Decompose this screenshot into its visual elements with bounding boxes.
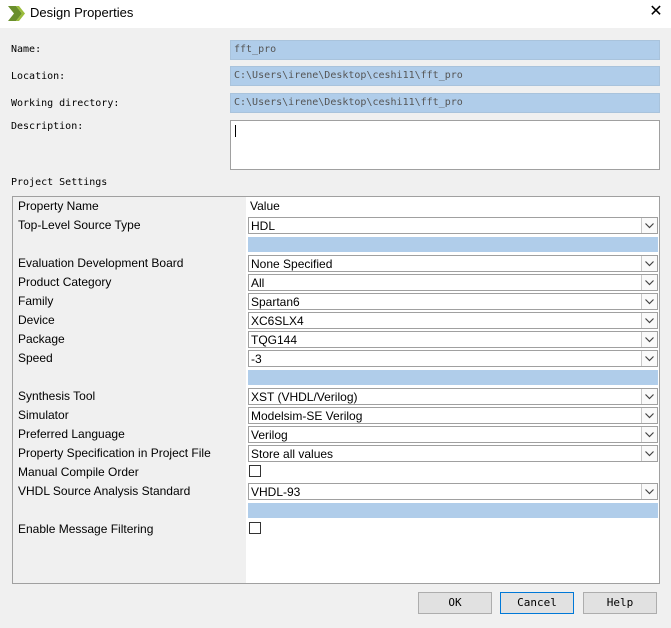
property-name: Property Specification in Project File <box>18 446 211 460</box>
window-title: Design Properties <box>30 5 134 20</box>
description-textarea[interactable] <box>230 120 660 170</box>
select-value: Verilog <box>251 428 288 442</box>
row-evaluation-board: Evaluation Development Board None Specif… <box>13 254 659 273</box>
speed-select[interactable]: -3 <box>248 350 658 367</box>
select-value: None Specified <box>251 257 333 271</box>
chevron-down-icon[interactable] <box>641 256 657 271</box>
property-name: Simulator <box>18 408 69 422</box>
preferred-language-select[interactable]: Verilog <box>248 426 658 443</box>
location-label: Location: <box>11 71 66 82</box>
header-property-name: Property Name <box>18 199 99 213</box>
working-directory-field[interactable]: C:\Users\irene\Desktop\ceshi11\fft_pro <box>230 93 660 113</box>
chevron-down-icon[interactable] <box>641 408 657 423</box>
row-separator <box>13 235 659 254</box>
select-value: XC6SLX4 <box>251 314 304 328</box>
select-value: -3 <box>251 352 262 366</box>
location-field[interactable]: C:\Users\irene\Desktop\ceshi11\fft_pro <box>230 66 660 86</box>
vhdl-standard-select[interactable]: VHDL-93 <box>248 483 658 500</box>
ok-button[interactable]: OK <box>418 592 492 614</box>
working-directory-label: Working directory: <box>11 98 120 109</box>
chevron-down-icon[interactable] <box>641 351 657 366</box>
property-name: Product Category <box>18 275 112 289</box>
chevron-down-icon[interactable] <box>641 427 657 442</box>
group-separator <box>248 503 658 518</box>
select-value: Store all values <box>251 447 334 461</box>
property-name: Manual Compile Order <box>18 465 139 479</box>
select-value: HDL <box>251 219 276 233</box>
chevron-down-icon[interactable] <box>641 484 657 499</box>
property-name: Enable Message Filtering <box>18 522 154 536</box>
row-speed: Speed -3 <box>13 349 659 368</box>
text-caret <box>235 125 236 137</box>
row-manual-compile-order: Manual Compile Order <box>13 463 659 482</box>
name-field[interactable]: fft_pro <box>230 40 660 60</box>
property-name: Speed <box>18 351 53 365</box>
cancel-button[interactable]: Cancel <box>500 592 574 614</box>
top-level-source-type-select[interactable]: HDL <box>248 217 658 234</box>
chevron-down-icon[interactable] <box>641 294 657 309</box>
property-name: Synthesis Tool <box>18 389 96 403</box>
row-family: Family Spartan6 <box>13 292 659 311</box>
group-separator <box>248 237 658 252</box>
property-name: Device <box>18 313 55 327</box>
synthesis-tool-select[interactable]: XST (VHDL/Verilog) <box>248 388 658 405</box>
description-label: Description: <box>11 121 84 132</box>
chevron-down-icon[interactable] <box>641 446 657 461</box>
row-top-level-source-type: Top-Level Source Type HDL <box>13 216 659 235</box>
row-synthesis-tool: Synthesis Tool XST (VHDL/Verilog) <box>13 387 659 406</box>
property-name: Evaluation Development Board <box>18 256 184 270</box>
close-icon[interactable]: ✕ <box>648 3 664 21</box>
select-value: VHDL-93 <box>251 485 301 499</box>
family-select[interactable]: Spartan6 <box>248 293 658 310</box>
row-property-specification: Property Specification in Project File S… <box>13 444 659 463</box>
row-product-category: Product Category All <box>13 273 659 292</box>
enable-message-filtering-checkbox[interactable] <box>249 522 261 534</box>
chevron-down-icon[interactable] <box>641 218 657 233</box>
row-separator <box>13 368 659 387</box>
chevron-down-icon[interactable] <box>641 389 657 404</box>
select-value: Modelsim-SE Verilog <box>251 409 363 423</box>
property-name: Family <box>18 294 54 308</box>
grid-header: Property Name Value <box>13 197 659 216</box>
select-value: All <box>251 276 265 290</box>
property-name: Package <box>18 332 65 346</box>
manual-compile-order-checkbox[interactable] <box>249 465 261 477</box>
project-settings-grid: Property Name Value Top-Level Source Typ… <box>12 196 660 584</box>
title-bar: Design Properties ✕ <box>0 0 671 28</box>
property-name: VHDL Source Analysis Standard <box>18 484 191 498</box>
device-select[interactable]: XC6SLX4 <box>248 312 658 329</box>
name-label: Name: <box>11 44 42 55</box>
row-device: Device XC6SLX4 <box>13 311 659 330</box>
row-vhdl-standard: VHDL Source Analysis Standard VHDL-93 <box>13 482 659 501</box>
row-separator <box>13 501 659 520</box>
help-button[interactable]: Help <box>583 592 657 614</box>
simulator-select[interactable]: Modelsim-SE Verilog <box>248 407 658 424</box>
chevron-down-icon[interactable] <box>641 275 657 290</box>
group-separator <box>248 370 658 385</box>
product-category-select[interactable]: All <box>248 274 658 291</box>
property-name: Preferred Language <box>18 427 125 441</box>
row-package: Package TQG144 <box>13 330 659 349</box>
select-value: Spartan6 <box>251 295 300 309</box>
select-value: XST (VHDL/Verilog) <box>251 390 358 404</box>
chevron-down-icon[interactable] <box>641 313 657 328</box>
project-settings-label: Project Settings <box>11 177 108 188</box>
row-enable-message-filtering: Enable Message Filtering <box>13 520 659 539</box>
row-preferred-language: Preferred Language Verilog <box>13 425 659 444</box>
row-simulator: Simulator Modelsim-SE Verilog <box>13 406 659 425</box>
package-select[interactable]: TQG144 <box>248 331 658 348</box>
evaluation-board-select[interactable]: None Specified <box>248 255 658 272</box>
header-value: Value <box>250 199 280 213</box>
property-specification-select[interactable]: Store all values <box>248 445 658 462</box>
xilinx-logo-icon <box>8 6 25 21</box>
property-name: Top-Level Source Type <box>18 218 141 232</box>
chevron-down-icon[interactable] <box>641 332 657 347</box>
select-value: TQG144 <box>251 333 298 347</box>
